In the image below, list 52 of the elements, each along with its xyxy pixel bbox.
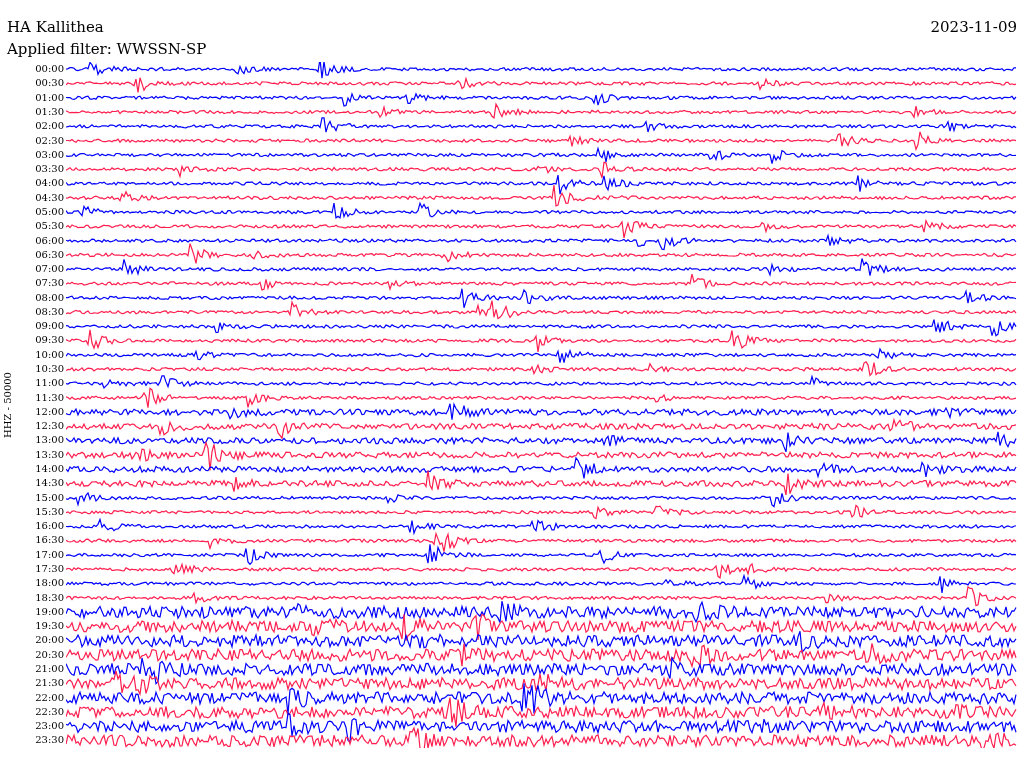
time-label: 01:00: [35, 90, 64, 105]
time-label: 06:30: [35, 247, 64, 262]
time-label: 05:30: [35, 219, 64, 234]
time-label: 16:00: [35, 519, 64, 534]
time-label: 18:00: [35, 576, 64, 591]
time-label: 03:30: [35, 162, 64, 177]
time-label: 14:30: [35, 476, 64, 491]
time-label: 21:00: [35, 661, 64, 676]
station-name: HA Kallithea: [7, 20, 104, 38]
time-label: 15:00: [35, 490, 64, 505]
time-label: 09:30: [35, 333, 64, 348]
time-label: 07:30: [35, 276, 64, 291]
time-label: 22:30: [35, 704, 64, 719]
time-label: 00:00: [35, 62, 64, 77]
time-label: 02:30: [35, 133, 64, 148]
time-label: 01:30: [35, 105, 64, 119]
time-label: 04:00: [35, 176, 64, 191]
time-label: 08:00: [35, 290, 64, 305]
time-label: 23:30: [35, 733, 64, 748]
time-label: 00:30: [35, 76, 64, 91]
time-label: 10:00: [35, 347, 64, 362]
time-label: 09:00: [35, 319, 64, 334]
time-label: 19:30: [35, 619, 64, 634]
time-label: 19:00: [35, 604, 64, 619]
time-label: 12:00: [35, 404, 64, 419]
time-label: 13:00: [35, 433, 64, 448]
time-label: 17:30: [35, 562, 64, 576]
time-label: 08:30: [35, 304, 64, 319]
time-label: 06:00: [35, 233, 64, 248]
time-label: 13:30: [35, 447, 64, 462]
time-label: 12:30: [35, 419, 64, 434]
time-label: 10:30: [35, 362, 64, 377]
time-label: 07:00: [35, 262, 64, 277]
time-label: 16:30: [35, 533, 64, 548]
date-label: 2023-11-09: [930, 20, 1017, 38]
time-label: 22:00: [35, 690, 64, 705]
time-label: 14:00: [35, 462, 64, 476]
time-label: 02:00: [35, 119, 64, 134]
time-label: 05:00: [35, 204, 64, 219]
time-label: 21:30: [35, 676, 64, 691]
time-label: 11:30: [35, 390, 64, 405]
time-label: 17:00: [35, 547, 64, 562]
time-label: 20:00: [35, 633, 64, 648]
filter-label: Applied filter: WWSSN-SP: [7, 40, 207, 58]
time-label: 18:30: [35, 590, 64, 605]
time-label: 23:00: [35, 719, 64, 734]
axis-label: HHZ - 50000: [3, 372, 13, 438]
time-label: 03:00: [35, 147, 64, 162]
time-label: 15:30: [35, 504, 64, 519]
time-label: 20:30: [35, 647, 64, 662]
time-label: 04:30: [35, 190, 64, 205]
time-label: 11:00: [35, 376, 64, 391]
